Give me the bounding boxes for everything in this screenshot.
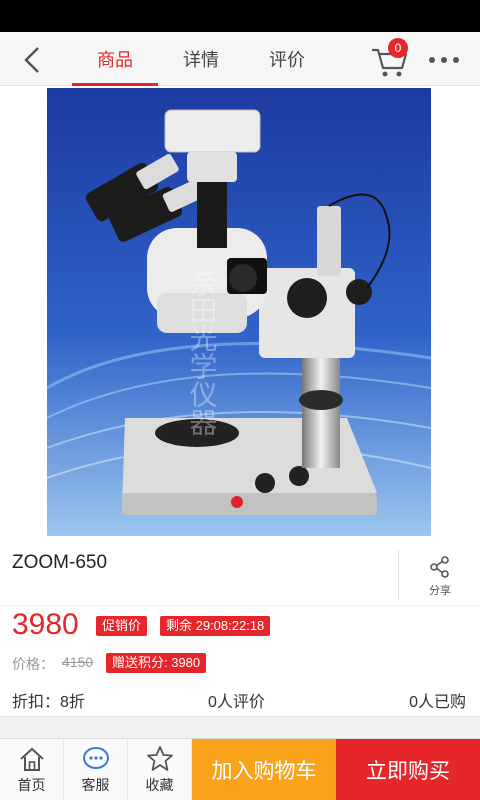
points-badge: 赠送积分: 3980 [106,653,207,673]
favorite-button[interactable]: 收藏 [128,739,192,800]
share-icon [430,556,449,578]
bottom-action-bar: 首页 客服 收藏 加入购物车 立即购买 [0,738,480,800]
more-button[interactable] [424,44,464,74]
more-dots-icon [429,57,459,63]
divider [398,550,399,600]
chevron-left-icon [24,47,39,73]
product-image[interactable]: 奈田光学仪器 [47,88,431,536]
tab-product[interactable]: 商品 [72,32,158,86]
tab-reviews[interactable]: 评价 [244,32,330,86]
original-price-label: 价格： [12,656,54,672]
share-button[interactable]: 分享 [412,554,468,604]
home-button[interactable]: 首页 [0,739,64,800]
status-bar [0,0,480,32]
title-row: ZOOM-650 分享 [0,536,480,606]
favorite-label: 收藏 [145,777,174,793]
home-label: 首页 [17,777,46,793]
microscope-illustration: 奈田光学仪器 [47,88,431,536]
promo-badge: 促销价 [96,616,148,636]
chat-bubble-icon [82,747,109,769]
back-button[interactable] [14,40,54,80]
original-price: 4150 [62,654,94,670]
tab-details[interactable]: 详情 [158,32,244,86]
top-navigation-bar: 商品 详情 评价 0 [0,32,480,86]
add-to-cart-button[interactable]: 加入购物车 [192,739,336,800]
countdown-badge: 剩余 29:08:22:18 [160,616,271,636]
service-label: 客服 [81,777,110,793]
product-title: ZOOM-650 [12,552,108,573]
watermark-text: 奈田光学仪器 [186,268,219,436]
buyer-count: 0人已购 [409,694,466,711]
sale-price: 3980 [12,608,79,641]
review-count[interactable]: 0人评价 [208,688,265,712]
discount-text: 折扣：8折 [12,694,85,711]
home-icon [19,747,44,771]
section-separator [0,716,480,738]
cart-count-badge: 0 [388,38,408,58]
product-tabs: 商品 详情 评价 [72,32,330,86]
star-icon [146,746,173,771]
stats-row: 折扣：8折 0人评价 0人已购 [0,682,480,712]
share-label: 分享 [429,585,451,597]
customer-service-button[interactable]: 客服 [64,739,128,800]
buy-now-button[interactable]: 立即购买 [336,739,480,800]
